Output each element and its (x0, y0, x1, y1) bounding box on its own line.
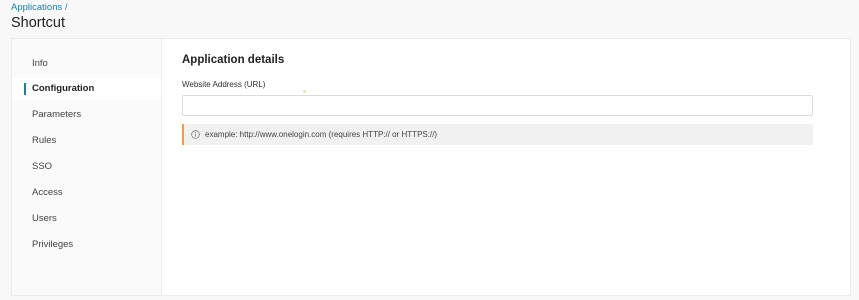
app-config-panel: Info Configuration Parameters Rules SSO … (11, 38, 851, 296)
main-content: Application details Website Address (URL… (182, 39, 842, 295)
sidebar-item-rules[interactable]: Rules (12, 130, 161, 152)
url-hint-box: example: http://www.onelogin.com (requir… (182, 124, 813, 145)
breadcrumb-applications[interactable]: Applications / (11, 2, 68, 14)
sidebar-item-sso[interactable]: SSO (12, 156, 161, 178)
section-title: Application details (182, 54, 285, 66)
sidebar-item-privileges[interactable]: Privileges (12, 234, 161, 256)
info-icon (191, 130, 200, 139)
decorative-dot (303, 90, 306, 93)
page-title: Shortcut (11, 15, 65, 31)
website-url-input[interactable] (182, 95, 813, 116)
sidebar-item-parameters[interactable]: Parameters (12, 104, 161, 126)
url-hint-text: example: http://www.onelogin.com (requir… (205, 130, 438, 139)
sidebar-item-info[interactable]: Info (12, 53, 161, 75)
url-field-label: Website Address (URL) (182, 80, 266, 89)
sidebar-nav: Info Configuration Parameters Rules SSO … (12, 39, 162, 295)
page-header: Applications / Shortcut (11, 0, 68, 36)
sidebar-item-access[interactable]: Access (12, 182, 161, 204)
sidebar-item-configuration[interactable]: Configuration (12, 78, 161, 100)
sidebar-item-users[interactable]: Users (12, 208, 161, 230)
